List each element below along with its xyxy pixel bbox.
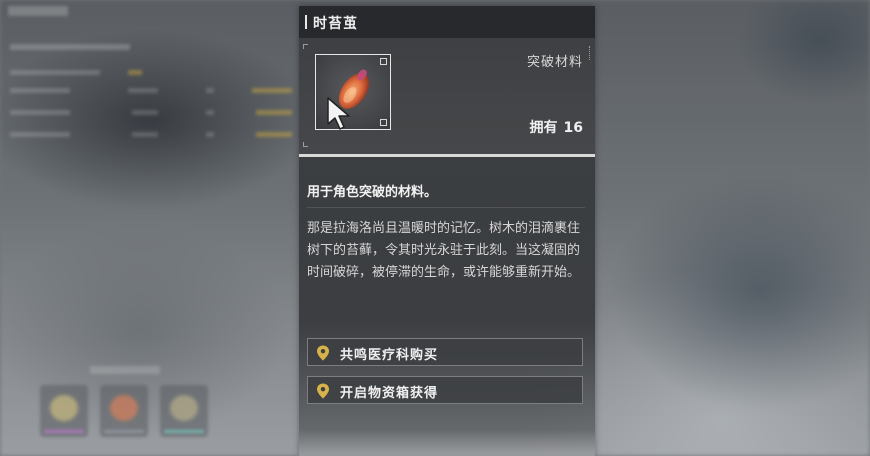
corner-tick [303,142,308,147]
source-button-supply-chest[interactable]: 开启物资箱获得 [307,376,583,404]
source-label: 共鸣医疗科购买 [340,348,439,363]
corner-tick [589,46,592,60]
tooltip-header: 时苔茧 [299,6,595,39]
item-title: 时苔茧 [313,16,358,32]
source-button-medical-purchase[interactable]: 共鸣医疗科购买 [307,338,583,366]
item-category: 突破材料 [526,55,583,70]
owned-number: 16 [563,120,583,136]
blurred-bg-item-slot [160,385,208,437]
divider [307,207,585,208]
section-accent-line [299,154,595,157]
blurred-bg-row [10,106,292,120]
blurred-bg-item-slot [40,385,88,437]
owned-label: 拥有 [529,120,558,136]
blurred-bg-heading [8,6,68,16]
item-short-description: 用于角色突破的材料。 [307,185,438,200]
blurred-bg-row [10,128,292,142]
location-pin-icon [317,345,329,361]
header-accent-bar [305,15,307,29]
blurred-bg-label [90,366,160,374]
panel-bottom-fade [299,430,595,456]
item-lore-text: 那是拉海洛尚且温暖时的记忆。树木的泪滴裹住树下的苔藓，令其时光永驻于此刻。当这凝… [307,221,581,280]
corner-tick [303,44,308,49]
blurred-bg-item-slot [100,385,148,437]
item-tooltip-panel: 时苔茧 突破材料 拥有 16 用于角色突破的材料。 那是拉海洛尚且温暖时的记忆。… [299,6,595,456]
mouse-cursor-icon [327,97,350,130]
owned-count: 拥有 16 [530,117,583,137]
location-pin-icon [317,383,329,399]
blurred-bg-row [10,40,130,54]
source-label: 开启物资箱获得 [340,386,439,401]
blurred-bg-row [10,84,292,98]
blurred-bg-row [10,66,142,80]
